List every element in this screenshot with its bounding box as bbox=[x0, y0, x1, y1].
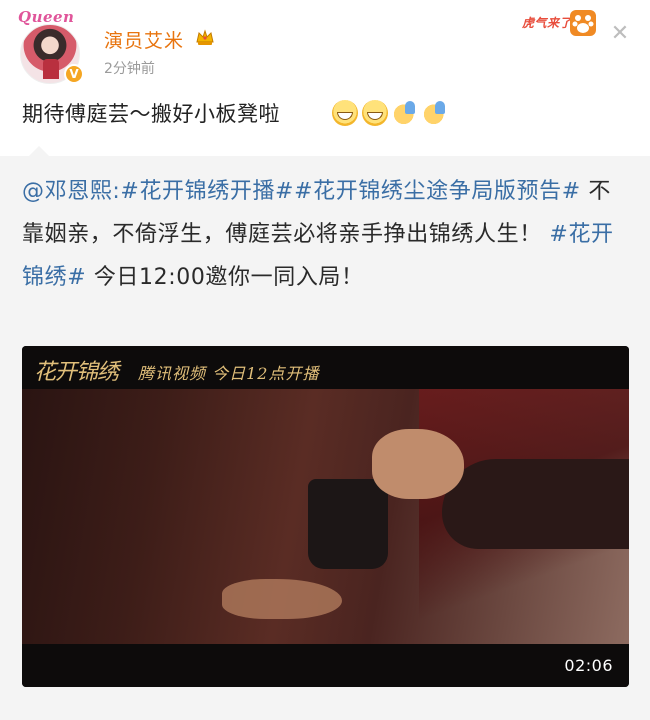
video-thumbnail[interactable] bbox=[22, 389, 629, 644]
sticker: 虎气来了 bbox=[522, 8, 598, 36]
video-bottom-band bbox=[22, 644, 629, 687]
post-text: 期待傅庭芸～搬好小板凳啦 bbox=[22, 102, 280, 126]
wave-emoji-icon bbox=[392, 100, 418, 126]
post-header: Queen V 演员艾米 2分钟前 虎气来了 ✕ bbox=[0, 0, 650, 92]
verified-badge-icon: V bbox=[64, 64, 84, 84]
paw-icon bbox=[570, 10, 596, 36]
wave-emoji-icon bbox=[422, 100, 448, 126]
hashtag-link[interactable]: #花开锦绣开播# bbox=[120, 179, 294, 204]
video-caption: 腾讯视频 今日12点开播 bbox=[138, 364, 320, 383]
emoji-row bbox=[332, 100, 448, 128]
grin-emoji-icon bbox=[332, 100, 358, 126]
video-duration: 02:06 bbox=[564, 656, 613, 675]
close-icon[interactable]: ✕ bbox=[610, 23, 630, 45]
post-time: 2分钟前 bbox=[104, 61, 155, 77]
video-logo: 花开锦绣 bbox=[34, 360, 119, 385]
repost-body-text: 今日12:00邀你一同入局！ bbox=[86, 265, 364, 290]
hashtag-link[interactable]: #花开锦绣尘途争局版预告# bbox=[294, 179, 581, 204]
video-player[interactable]: 花开锦绣 腾讯视频 今日12点开播 02:06 bbox=[22, 346, 629, 687]
grin-emoji-icon bbox=[362, 100, 388, 126]
crown-icon bbox=[196, 29, 214, 45]
mention-link[interactable]: @邓恩熙 bbox=[22, 179, 112, 204]
avatar-group[interactable]: Queen V bbox=[18, 8, 88, 86]
sticker-text: 虎气来了 bbox=[522, 16, 573, 30]
repost-text: @邓恩熙:#花开锦绣开播##花开锦绣尘途争局版预告# 不靠姻亲，不倚浮生，傅庭芸… bbox=[22, 170, 628, 299]
thumbnail-hand bbox=[222, 579, 342, 619]
thumbnail-sleeve bbox=[442, 459, 629, 549]
thumbnail-cup bbox=[308, 479, 388, 569]
username[interactable]: 演员艾米 bbox=[104, 26, 184, 53]
thumbnail-hand bbox=[372, 429, 464, 499]
